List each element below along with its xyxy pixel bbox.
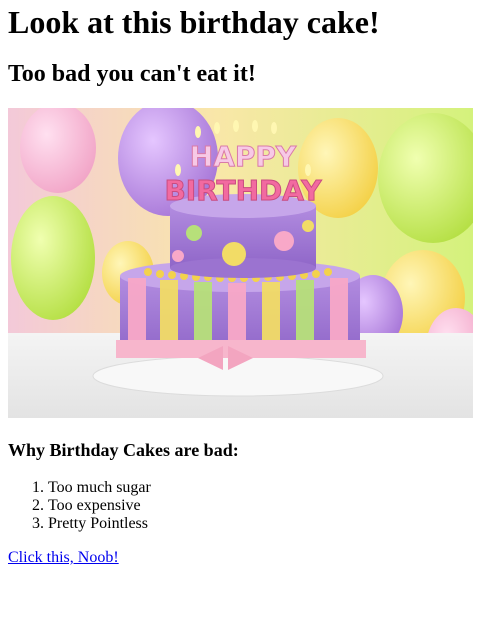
list-item: Too expensive	[48, 497, 479, 515]
section-heading: Why Birthday Cakes are bad:	[8, 440, 239, 460]
reasons-list: Too much sugar Too expensive Pretty Poin…	[8, 479, 479, 533]
happy-candles: HAPPY	[190, 140, 297, 173]
click-this-link[interactable]: Click this, Noob!	[8, 549, 119, 567]
list-item: Pretty Pointless	[48, 515, 479, 533]
birthday-candles: BIRTHDAY	[164, 174, 322, 207]
page-subtitle: Too bad you can't eat it!	[8, 61, 256, 87]
page-content: Look at this birthday cake! Too bad you …	[0, 4, 487, 567]
birthday-cake-image: HAPPY BIRTHDAY	[8, 108, 473, 418]
page-title: Look at this birthday cake!	[8, 4, 380, 40]
list-item: Too much sugar	[48, 479, 479, 497]
